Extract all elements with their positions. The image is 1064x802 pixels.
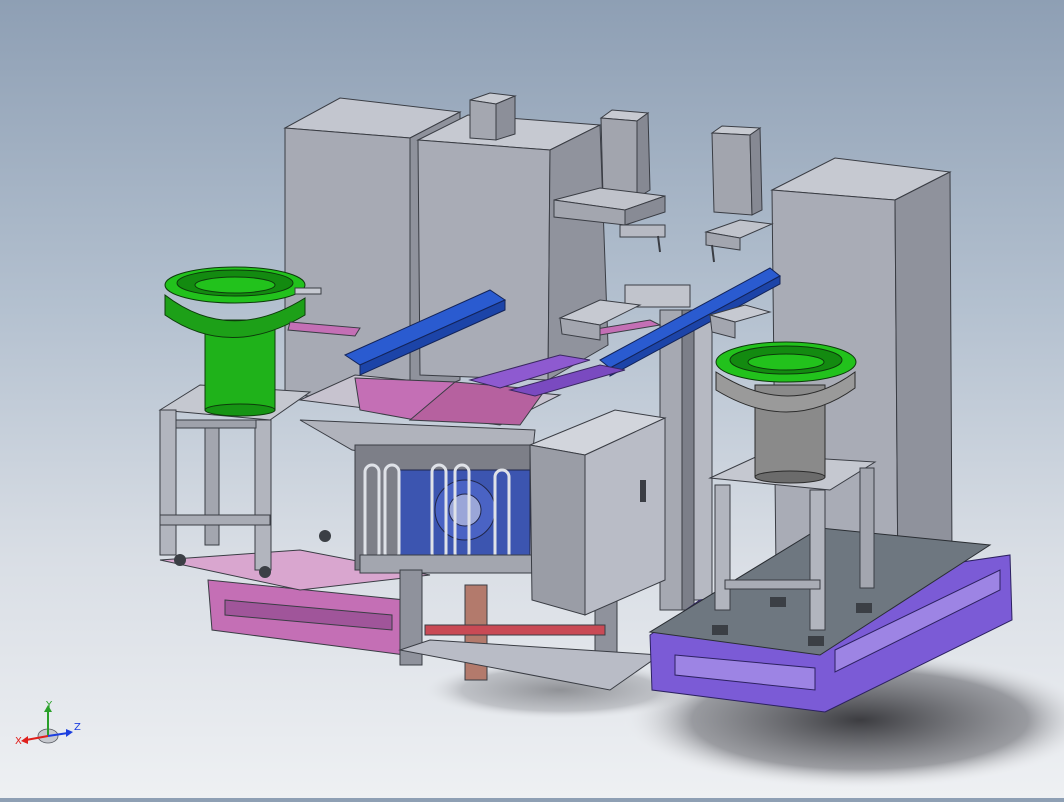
x-axis-label: X <box>15 736 22 747</box>
vertical-slide-assembly[interactable] <box>354 444 536 574</box>
electrical-control-box[interactable] <box>528 409 667 616</box>
cad-model-render <box>158 92 1064 790</box>
motor-unit-right[interactable] <box>704 125 774 263</box>
cad-viewport[interactable] <box>0 0 1064 798</box>
y-axis-label: Y <box>45 700 53 711</box>
z-axis-label: Z <box>74 722 81 733</box>
coordinate-triad: Y X Z <box>12 700 82 752</box>
